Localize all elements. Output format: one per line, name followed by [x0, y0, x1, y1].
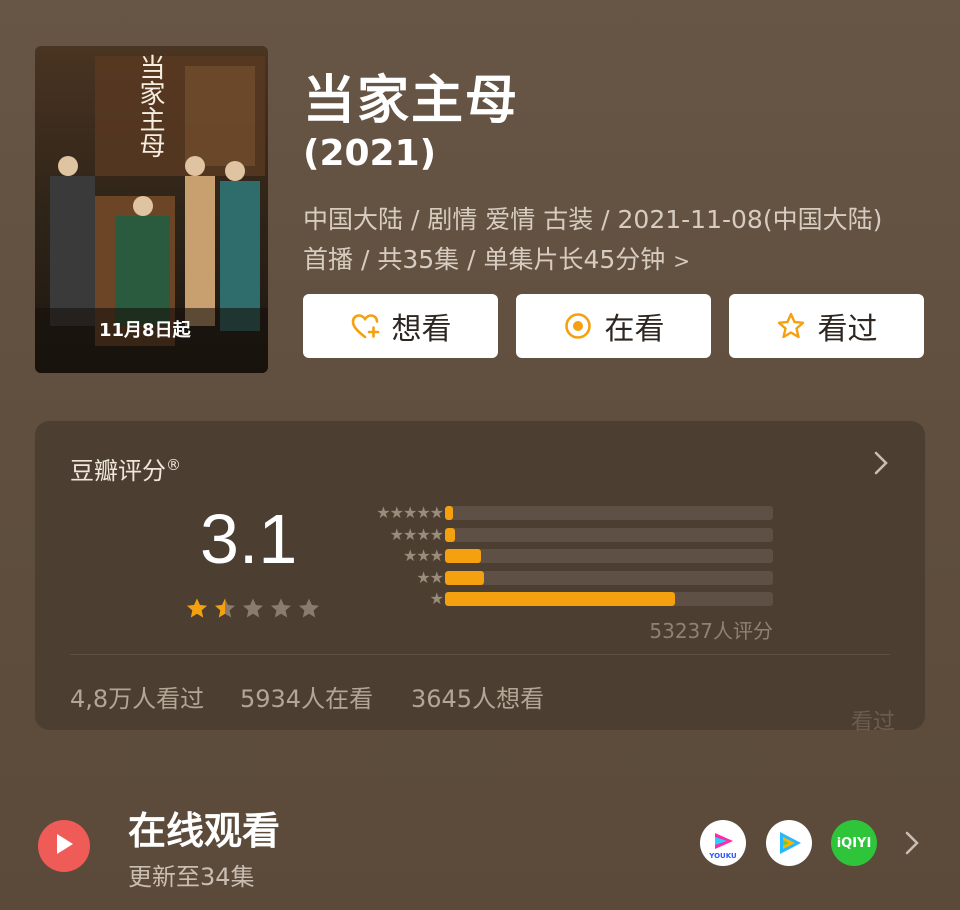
movie-meta-line2[interactable]: 首播 / 共35集 / 单集片长45分钟 > [303, 240, 933, 276]
distribution-row: ★★ [353, 568, 773, 590]
watermark: 看过 [850, 710, 895, 735]
online-play-button[interactable] [38, 820, 90, 872]
distribution-row: ★ [353, 589, 773, 611]
stat-want[interactable]: 3645人想看 [411, 679, 544, 714]
rating-heading: 豆瓣评分® [70, 456, 181, 485]
play-icon [53, 832, 75, 860]
distribution-stars-label: ★★★★★ [376, 503, 444, 522]
movie-meta-line1: 中国大陆 / 剧情 爱情 古装 / 2021-11-08(中国大陆) [303, 205, 883, 234]
distribution-bar-track [445, 570, 773, 585]
poster-date: 11月8日起 [99, 320, 191, 341]
watched-button[interactable]: 看过 [729, 294, 924, 358]
target-circle-icon [563, 311, 593, 341]
star-outline-icon [776, 311, 806, 341]
chevron-right-icon[interactable] [902, 828, 922, 858]
tencent-video-logo[interactable] [766, 820, 812, 866]
star-half-icon [213, 597, 237, 621]
distribution-stars-label: ★★★ [402, 546, 444, 565]
star-empty-icon [297, 597, 321, 621]
iqiyi-label: iQIYI [836, 835, 872, 851]
distribution-row: ★★★★★ [353, 503, 773, 525]
rating-score: 3.1 [200, 500, 298, 578]
watching-label: 在看 [604, 312, 665, 347]
want-to-watch-button[interactable]: 想看 [303, 294, 498, 358]
rating-distribution: ★★★★★ ★★★★ ★★★ ★★ ★ [353, 503, 773, 611]
distribution-bar-track [445, 592, 773, 606]
movie-poster[interactable]: 当家主母 11月8日起 [35, 46, 268, 373]
distribution-bar-fill [445, 592, 675, 606]
tencent-video-icon [780, 832, 801, 854]
distribution-bar-fill [445, 506, 454, 520]
distribution-bar-track [445, 549, 773, 563]
heart-plus-icon [350, 311, 380, 341]
stat-watched[interactable]: 4,8万人看过 [70, 679, 204, 714]
chevron-right-icon: > [673, 249, 691, 273]
star-empty-icon [269, 597, 293, 621]
youku-logo[interactable]: YOUKU [700, 820, 746, 866]
douban-rating-card[interactable]: 豆瓣评分® 3.1 ★★★★★ ★★★★ ★★★ ★★ ★ 53237人评分 4,8万人… [35, 421, 925, 735]
online-watch-title: 在线观看 [128, 809, 281, 853]
distribution-bar-track [445, 506, 773, 520]
distribution-stars-label: ★ [429, 589, 444, 608]
youku-label: YOUKU [709, 852, 737, 860]
distribution-bar-track [445, 527, 773, 542]
watching-button[interactable]: 在看 [516, 294, 711, 358]
movie-year: (2021) [303, 133, 437, 174]
chevron-right-icon[interactable] [871, 449, 891, 477]
star-filled-icon [185, 597, 209, 621]
watched-label: 看过 [817, 312, 878, 347]
movie-detail-page: 当家主母 11月8日起 当家主母 (2021) 中国大陆 / 剧情 爱情 古装 … [0, 0, 960, 910]
stat-watching[interactable]: 5934人在看 [240, 679, 373, 714]
distribution-bar-fill [445, 527, 455, 542]
distribution-row: ★★★★ [353, 525, 773, 547]
star-empty-icon [241, 597, 265, 621]
rating-stars [185, 597, 321, 621]
want-to-watch-label: 想看 [391, 312, 452, 347]
distribution-row: ★★★ [353, 546, 773, 568]
divider [70, 654, 890, 655]
distribution-stars-label: ★★ [416, 567, 444, 587]
online-watch-subtitle: 更新至34集 [128, 863, 255, 891]
iqiyi-logo[interactable]: iQIYI [831, 820, 877, 866]
movie-meta-line2-text: 首播 / 共35集 / 单集片长45分钟 [303, 245, 666, 274]
rating-votes: 53237人评分 [649, 619, 773, 643]
distribution-bar-fill [445, 570, 485, 585]
poster-title-art: 当家主母 [135, 54, 165, 158]
distribution-stars-label: ★★★★ [389, 524, 444, 544]
movie-title: 当家主母 [303, 71, 520, 131]
distribution-bar-fill [445, 549, 482, 563]
